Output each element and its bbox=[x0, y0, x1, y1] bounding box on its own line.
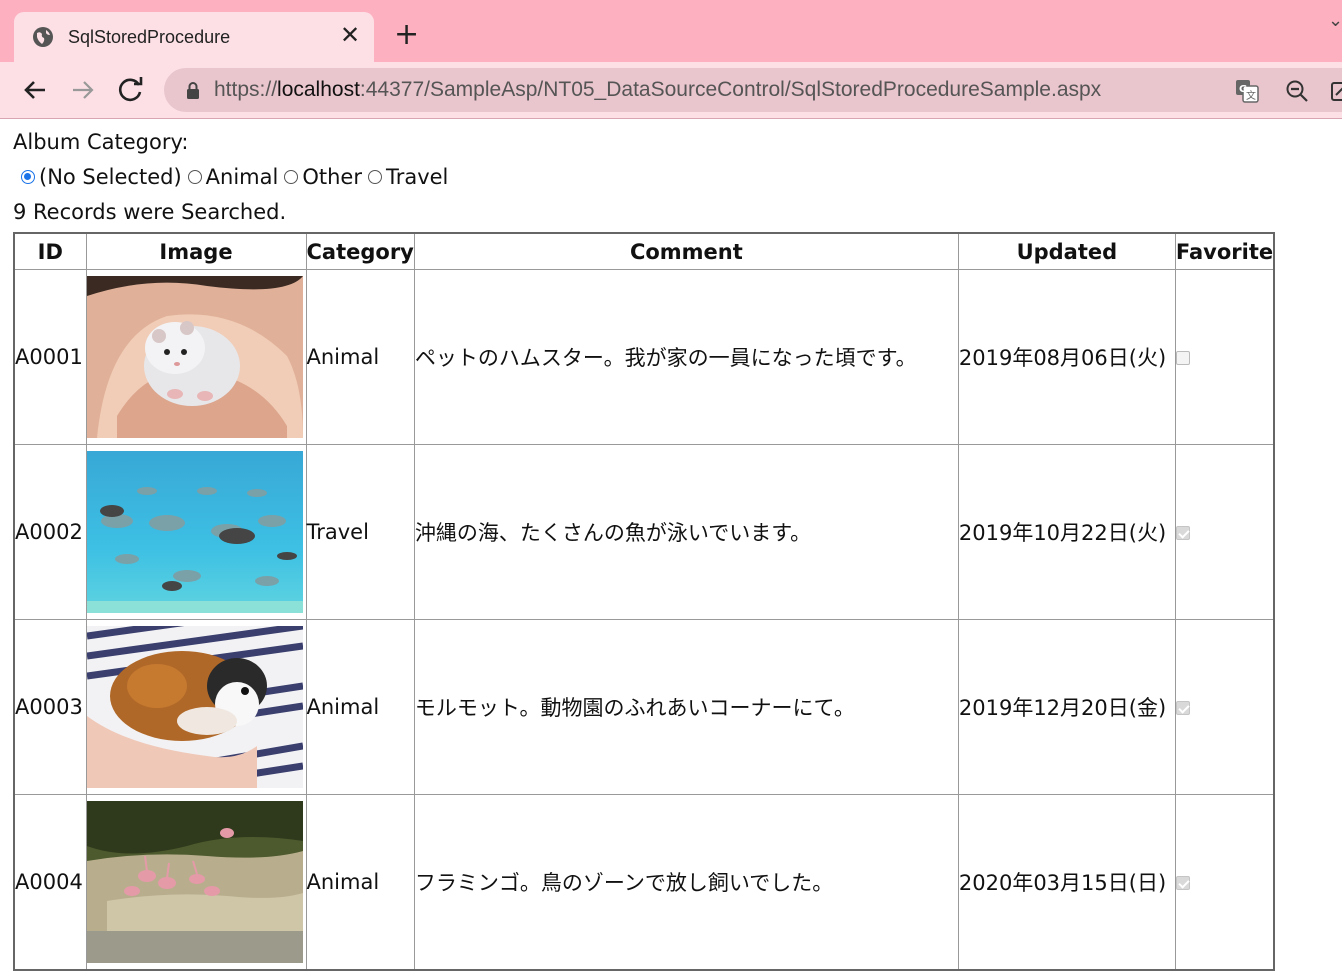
chevron-down-icon[interactable]: ⌄ bbox=[1328, 10, 1342, 31]
favorite-checkbox[interactable] bbox=[1175, 701, 1190, 715]
album-table: ID Image Category Comment Updated Favori… bbox=[13, 232, 1276, 971]
zoom-out-icon[interactable] bbox=[1284, 78, 1310, 104]
radio-button[interactable] bbox=[284, 170, 299, 184]
url-scheme: https:// bbox=[214, 78, 278, 101]
new-tab-button[interactable]: + bbox=[394, 20, 419, 50]
radio-option-no-selected[interactable]: (No Selected) bbox=[21, 165, 182, 189]
radio-button[interactable] bbox=[21, 170, 35, 184]
radio-label: Other bbox=[302, 165, 362, 189]
radio-label: Animal bbox=[205, 165, 279, 189]
radio-option-animal[interactable]: Animal bbox=[187, 165, 279, 189]
cell-id: A0001 bbox=[13, 269, 87, 445]
column-header-updated: Updated bbox=[957, 232, 1176, 270]
table-row: A0002 Travel 沖縄の海、たくさんの魚が泳いでいます。 2019年10… bbox=[13, 444, 1275, 620]
record-count: 9 Records were Searched. bbox=[13, 200, 287, 224]
tab-title: SqlStoredProcedure bbox=[68, 27, 231, 47]
close-icon[interactable]: ✕ bbox=[340, 22, 360, 48]
cell-updated: 2019年12月20日(金) bbox=[957, 619, 1176, 795]
favorite-checkbox[interactable] bbox=[1175, 351, 1190, 365]
cell-comment: フラミンゴ。鳥のゾーンで放し飼いでした。 bbox=[413, 794, 959, 971]
svg-text:文: 文 bbox=[1246, 89, 1256, 102]
browser-toolbar: https://localhost:44377/SampleAsp/NT05_D… bbox=[0, 62, 1342, 119]
lock-icon[interactable] bbox=[186, 81, 200, 99]
table-row: A0004 Animal フラミンゴ。鳥のゾーンで放し飼いでした。 2020年0… bbox=[13, 794, 1275, 971]
cell-comment: モルモット。動物園のふれあいコーナーにて。 bbox=[413, 619, 959, 795]
reload-icon[interactable] bbox=[115, 74, 147, 106]
cell-id: A0003 bbox=[13, 619, 87, 795]
address-bar[interactable]: https://localhost:44377/SampleAsp/NT05_D… bbox=[164, 68, 1342, 112]
browser-tab[interactable]: SqlStoredProcedure ✕ bbox=[14, 12, 374, 62]
category-radio-group: (No Selected) Animal Other Travel bbox=[21, 165, 454, 189]
cell-id: A0002 bbox=[13, 444, 87, 620]
cell-updated: 2019年10月22日(火) bbox=[957, 444, 1176, 620]
url-path: :44377/SampleAsp/NT05_DataSourceControl/… bbox=[359, 78, 1102, 101]
cell-favorite bbox=[1174, 269, 1275, 445]
tab-strip: SqlStoredProcedure ✕ + ⌄ bbox=[0, 0, 1342, 62]
cell-comment: ペットのハムスター。我が家の一員になった頃です。 bbox=[413, 269, 959, 445]
table-row: A0003 Animal モルモット。動物園のふれあいコーナーにて。 2019年… bbox=[13, 619, 1275, 795]
cell-favorite bbox=[1174, 619, 1275, 795]
cell-favorite bbox=[1174, 794, 1275, 971]
cell-favorite bbox=[1174, 444, 1275, 620]
cell-image bbox=[85, 444, 307, 620]
table-row: A0001 Animal ペットのハムスター。我が家の一員になった頃です。 20… bbox=[13, 269, 1275, 445]
radio-button[interactable] bbox=[367, 170, 382, 184]
cell-category: Animal bbox=[305, 619, 415, 795]
favorite-checkbox[interactable] bbox=[1175, 876, 1190, 890]
translate-icon[interactable]: G 文 bbox=[1234, 78, 1260, 104]
globe-icon bbox=[33, 27, 53, 47]
forward-arrow-icon[interactable] bbox=[67, 74, 99, 106]
cell-updated: 2020年03月15日(日) bbox=[957, 794, 1176, 971]
column-header-comment: Comment bbox=[413, 232, 959, 270]
cell-comment: 沖縄の海、たくさんの魚が泳いでいます。 bbox=[413, 444, 959, 620]
radio-label: (No Selected) bbox=[39, 165, 182, 189]
hamster-photo bbox=[86, 276, 303, 438]
cell-image bbox=[85, 619, 307, 795]
column-header-image: Image bbox=[85, 232, 307, 270]
radio-option-travel[interactable]: Travel bbox=[367, 165, 449, 189]
radio-button[interactable] bbox=[187, 170, 202, 184]
flamingo-photo bbox=[86, 801, 303, 963]
cell-updated: 2019年08月06日(火) bbox=[957, 269, 1176, 445]
column-header-id: ID bbox=[13, 232, 87, 270]
category-label: Album Category: bbox=[13, 130, 189, 154]
url-host: localhost bbox=[277, 78, 360, 101]
cell-image bbox=[85, 794, 307, 971]
back-arrow-icon[interactable] bbox=[19, 74, 51, 106]
favorite-checkbox[interactable] bbox=[1175, 526, 1190, 540]
column-header-favorite: Favorite bbox=[1174, 232, 1275, 270]
extension-icon[interactable] bbox=[1330, 80, 1342, 102]
column-header-category: Category bbox=[305, 232, 415, 270]
radio-label: Travel bbox=[385, 165, 449, 189]
url-text[interactable]: https://localhost:44377/SampleAsp/NT05_D… bbox=[214, 78, 1101, 102]
cell-id: A0004 bbox=[13, 794, 87, 971]
table-header-row: ID Image Category Comment Updated Favori… bbox=[13, 232, 1275, 270]
cell-category: Animal bbox=[305, 794, 415, 971]
fish-photo bbox=[86, 451, 303, 613]
guinea-pig-photo bbox=[86, 626, 303, 788]
cell-category: Animal bbox=[305, 269, 415, 445]
cell-category: Travel bbox=[305, 444, 415, 620]
radio-option-other[interactable]: Other bbox=[284, 165, 362, 189]
cell-image bbox=[85, 269, 307, 445]
